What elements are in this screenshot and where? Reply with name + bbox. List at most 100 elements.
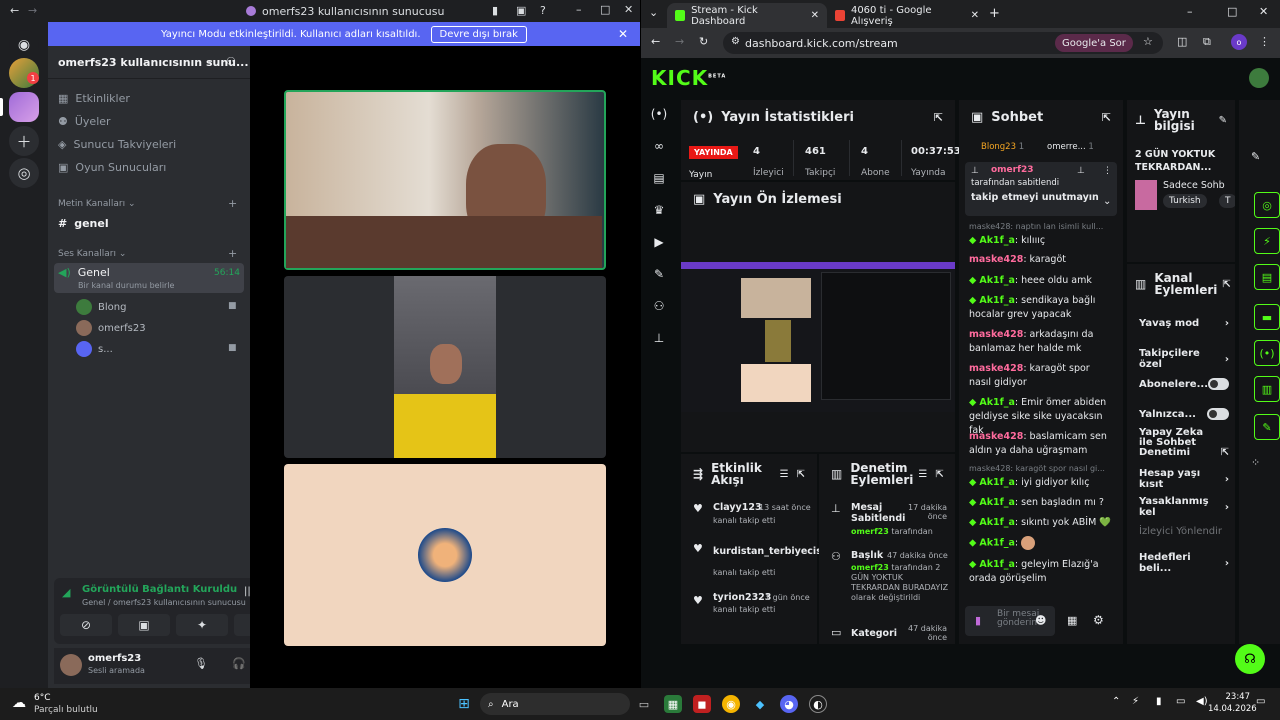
weather-temp[interactable]: 6°C [34,693,51,703]
minimize-icon[interactable]: – [1187,5,1193,18]
clip-icon[interactable]: ◎ [1254,192,1280,218]
chat-message[interactable]: maske428: naptın lan isimli kull... ◆ Ak1… [969,220,1114,248]
reload-icon[interactable]: ↻ [699,35,708,48]
edit-icon[interactable]: ✎ [1251,150,1260,163]
stream-preview-video[interactable] [681,262,955,412]
discord-icon[interactable]: ◕ [780,695,798,713]
more-icon[interactable]: ⁘ [1251,456,1260,469]
extension-icon[interactable]: ◫ [1177,35,1187,48]
close-icon[interactable]: ✕ [1259,5,1268,18]
activity-user[interactable]: tyrion2323 [713,592,771,603]
action-banned-words[interactable]: Yasaklanmış kel › [1139,496,1229,518]
app-icon[interactable]: ◼ [693,695,711,713]
activities-button[interactable]: ✦ [176,614,228,636]
connection-subtitle[interactable]: Genel / omerfs23 kullanıcısının sunucusu [82,598,246,607]
unpin-icon[interactable]: ⊥ [1077,166,1085,176]
menu-members[interactable]: ⚉ Üyeler [58,115,111,128]
trophy-icon[interactable]: ♛ [651,202,667,218]
maximize-icon[interactable]: □ [600,3,610,16]
filter-icon[interactable]: ☰ [780,469,789,480]
network-icon[interactable]: ⚡ [1132,696,1139,707]
mic-icon[interactable]: ▮ [975,614,981,627]
tab-close-icon[interactable]: ✕ [971,10,979,21]
info-tag[interactable]: T [1219,194,1235,208]
profile-avatar[interactable]: o [1231,34,1247,50]
task-view-icon[interactable]: ▭ [635,695,653,713]
video-icon[interactable]: ▶ [651,234,667,250]
voice-status[interactable]: Bir kanal durumu belirle [78,281,174,290]
layout-icon[interactable]: ▥ [1254,376,1280,402]
emoji-icon[interactable]: ☻ [1035,614,1046,627]
chevron-down-icon[interactable]: ⌄ [206,55,214,66]
maximize-icon[interactable]: □ [1227,5,1237,18]
inbox-icon[interactable]: ▣ [516,4,526,17]
link-icon[interactable]: ∞ [651,138,667,154]
payout-icon[interactable]: ⊥ [651,330,667,346]
menu-boosts[interactable]: ◈ Sunucu Takviyeleri [58,138,176,151]
camera-off-button[interactable]: ⊘ [60,614,112,636]
clock-time[interactable]: 23:47 [1214,692,1251,702]
chat-message[interactable]: ◆ Ak1f_a: heee oldu amk [969,274,1114,288]
address-bar[interactable]: ⚙ dashboard.kick.com/stream Google'a Sor… [723,32,1163,54]
chat-message[interactable]: maske428: arkadaşını da banlamaz her hal… [969,328,1114,356]
avatar[interactable] [60,654,82,676]
close-icon[interactable]: ✕ [624,3,633,16]
support-chat-button[interactable]: ☊ [1235,644,1265,674]
popout-icon[interactable]: ⇱ [1102,111,1111,124]
channel-genel[interactable]: # genel [58,217,109,230]
chevron-down-icon[interactable]: ⌄ [1103,196,1111,207]
google-ask-button[interactable]: Google'a Sor [1055,34,1133,52]
menu-game-servers[interactable]: ▣ Oyun Sunucuları [58,161,166,174]
chat-message[interactable]: maske428: karagöt spor nasıl gidiyor [969,362,1114,390]
weather-desc[interactable]: Parçalı bulutlu [34,705,98,715]
settings-icon[interactable]: ⚙ [1093,613,1104,627]
windows-start-icon[interactable]: ⊞ [455,695,473,713]
pinned-message[interactable]: ⊥ omerf23 tarafından sabitlendi takip et… [965,162,1117,216]
chat-message[interactable]: maske428: karagöt [969,253,1114,267]
voice-user[interactable]: s... [76,341,113,357]
community-icon[interactable]: ⚇ [651,298,667,314]
popout-icon[interactable]: ⇱ [1222,279,1230,290]
user-avatar[interactable] [1249,68,1269,88]
chat-message[interactable]: ◆ Ak1f_a: [969,536,1114,551]
tab-google-shopping[interactable]: 4060 ti - Google Alışveriş ✕ [827,3,987,28]
tab-search-icon[interactable]: ⌄ [649,6,658,19]
explore-icon[interactable]: ◎ [9,158,39,188]
menu-events[interactable]: ▦ Etkinlikler [58,92,130,105]
minimize-icon[interactable]: – [576,3,582,16]
forward-icon[interactable]: → [28,4,37,17]
video-tile-speaking[interactable] [284,90,606,270]
chat-viewer[interactable]: Blong23 1 [981,142,1024,152]
filter-icon[interactable]: ☰ [918,469,927,480]
back-icon[interactable]: ← [10,4,19,17]
tab-kick-dashboard[interactable]: Stream - Kick Dashboard ✕ [667,3,827,28]
chat-bubble-icon[interactable]: ▬ [1254,304,1280,330]
obs-icon[interactable]: ◐ [809,695,827,713]
microphone-icon[interactable]: ▮ [1156,696,1162,707]
chat-message[interactable]: ◆ Ak1f_a: sendikaya bağlı hocalar grev y… [969,294,1114,322]
analytics-icon[interactable]: ▤ [651,170,667,186]
video-tile[interactable] [284,276,606,458]
wrench-icon[interactable]: ✎ [1254,414,1280,440]
info-tag[interactable]: Turkish [1163,194,1207,208]
chevron-up-icon[interactable]: ⌃ [1112,696,1120,707]
disable-streamer-mode-button[interactable]: Devre dışı bırak [430,25,527,43]
app-icon[interactable]: ◆ [751,695,769,713]
stream-icon[interactable]: (•) [651,106,667,122]
add-channel-icon[interactable]: + [228,197,237,210]
action-raid[interactable]: İzleyici Yönlendir [1139,526,1229,537]
chat-message[interactable]: ◆ Ak1f_a: sıkıntı yok ABİM 💚 [969,516,1114,530]
action-followers-only[interactable]: Takipçilere özel › [1139,348,1229,370]
video-tile-avatar[interactable] [284,464,606,646]
bookmark-star-icon[interactable]: ☆ [1143,35,1153,48]
activity-user[interactable]: kurdistan_terbiyecisi [713,546,825,557]
taskbar-search[interactable]: ⌕ Ara [480,693,630,715]
notification-icon[interactable]: ▭ [1256,696,1265,707]
edit-icon[interactable]: ✎ [1219,115,1227,126]
volume-icon[interactable]: ◀) [1196,696,1208,707]
invite-user-icon[interactable]: ⚇ [226,55,236,68]
action-subscribers-only[interactable]: Abonelere... [1139,378,1229,390]
help-icon[interactable]: ? [540,4,546,17]
action-emote-only[interactable]: Yalnızca... [1139,408,1229,420]
info-category[interactable]: Sadece Sohb [1163,180,1225,191]
